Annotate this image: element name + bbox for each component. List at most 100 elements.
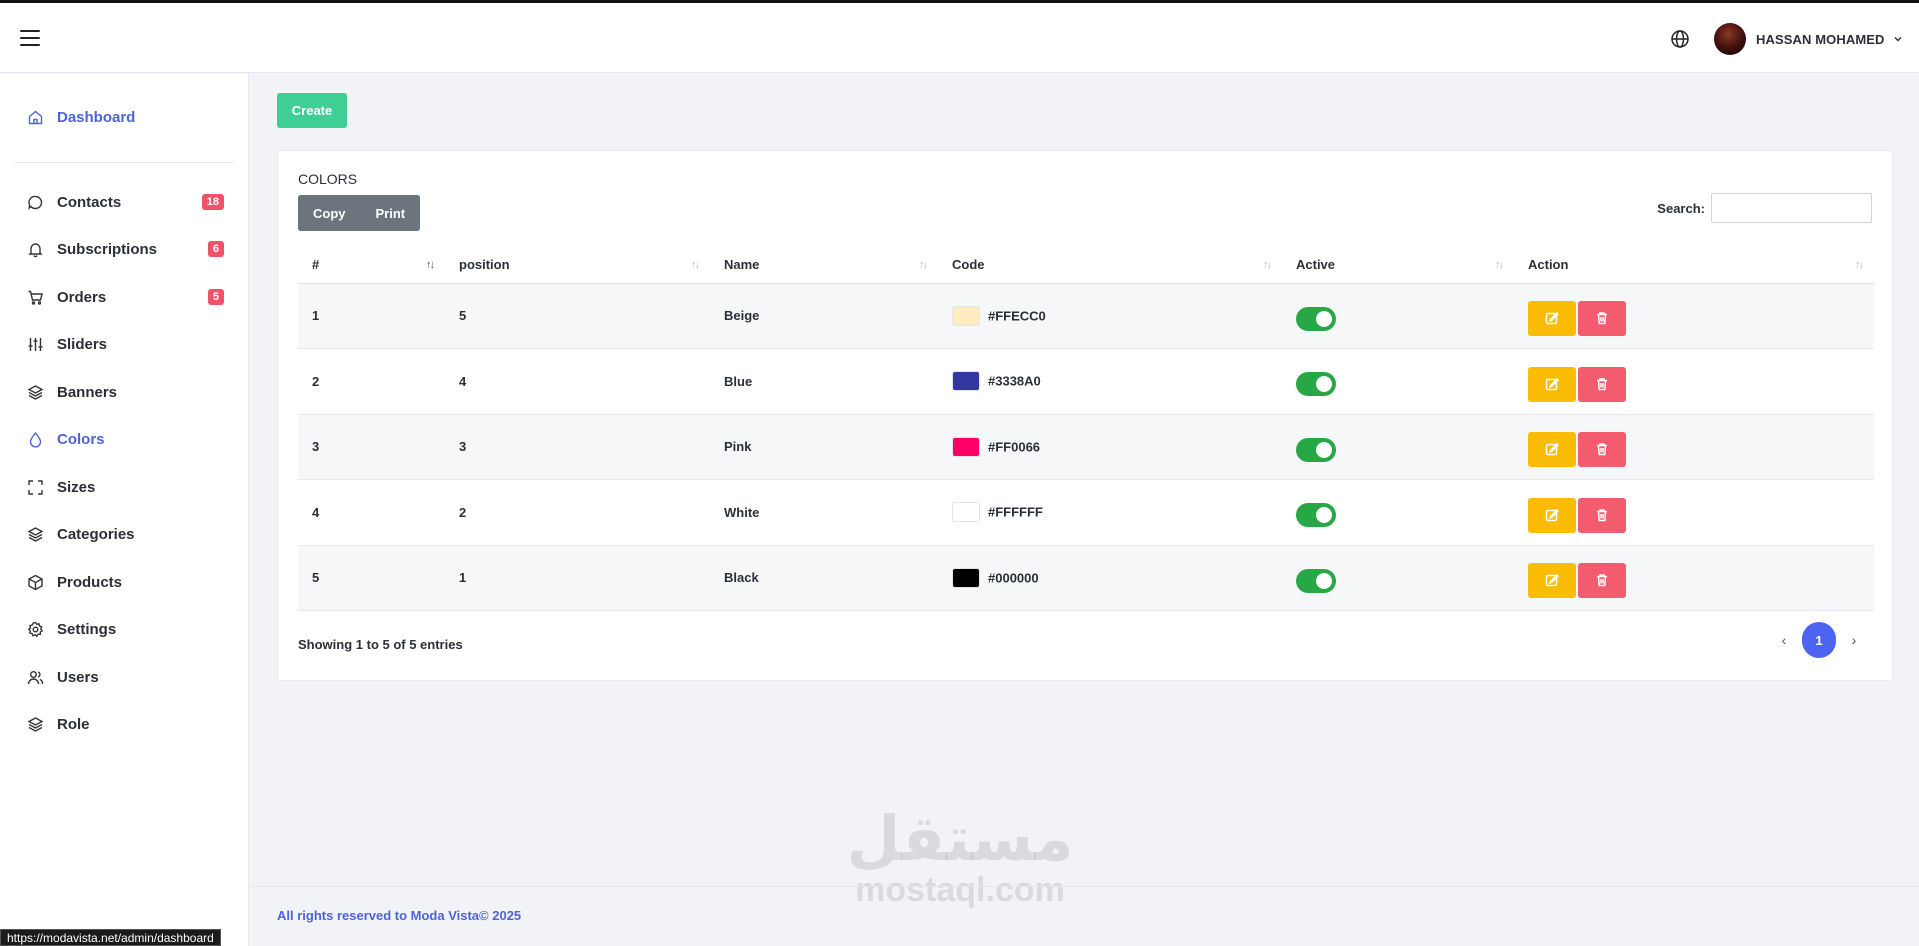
frame-icon (28, 479, 43, 495)
edit-button[interactable] (1528, 497, 1576, 533)
row-number: 2 (298, 348, 445, 415)
table-header-row: # ↑↓ position ↑↓ Name ↑↓ Code ↑↓ Active ↑↓ Ac… (298, 247, 1874, 284)
sidebar-item-banners[interactable]: Banners (0, 374, 249, 410)
next-page-icon[interactable]: › (1836, 632, 1872, 648)
sidebar-item-label: Dashboard (57, 108, 136, 126)
row-code: #000000 (938, 545, 1282, 611)
print-button[interactable]: Print (360, 195, 421, 231)
sidebar-item-products[interactable]: Products (0, 564, 249, 600)
count-badge: 6 (207, 241, 224, 257)
color-swatch (952, 436, 980, 457)
active-toggle[interactable] (1296, 437, 1336, 462)
delete-button[interactable] (1578, 563, 1626, 599)
user-menu[interactable]: HASSAN MOHAMED (1714, 23, 1903, 55)
row-code: #FFECC0 (938, 283, 1282, 349)
color-swatch (952, 305, 980, 326)
sort-icon: ↑↓ (1855, 259, 1864, 271)
sidebar-item-role[interactable]: Role (0, 706, 249, 742)
prev-page-icon[interactable]: ‹ (1766, 632, 1802, 648)
row-position: 5 (445, 283, 710, 349)
sort-icon: ↑↓ (919, 259, 928, 271)
sidebar-item-contacts[interactable]: Contacts 18 (0, 184, 249, 220)
delete-button[interactable] (1578, 366, 1626, 402)
row-position: 3 (445, 414, 710, 480)
column-header-position[interactable]: position ↑↓ (445, 247, 710, 284)
active-toggle[interactable] (1296, 372, 1336, 397)
active-toggle[interactable] (1296, 503, 1336, 528)
search-box: Search: (1657, 193, 1872, 223)
sort-icon: ↑↓ (691, 259, 700, 271)
delete-button[interactable] (1578, 497, 1626, 533)
edit-button[interactable] (1528, 366, 1576, 402)
trash-icon (1597, 509, 1607, 521)
color-swatch (952, 567, 980, 588)
column-header-active[interactable]: Active ↑↓ (1282, 247, 1514, 284)
row-number: 4 (298, 479, 445, 546)
row-name: Black (710, 545, 938, 611)
edit-icon (1545, 443, 1559, 456)
row-code: #FF0066 (938, 414, 1282, 480)
sidebar-item-categories[interactable]: Categories (0, 516, 249, 552)
row-number: 1 (298, 283, 445, 349)
droplet-icon (29, 431, 42, 447)
delete-button[interactable] (1578, 301, 1626, 337)
sidebar-item-dashboard[interactable]: Dashboard (0, 99, 249, 135)
colors-card: COLORS Copy Print Search: # ↑↓ position ↑↓… (277, 150, 1893, 681)
create-button[interactable]: Create (277, 93, 347, 128)
edit-button[interactable] (1528, 563, 1576, 599)
box-icon (28, 574, 43, 590)
color-swatch (952, 371, 980, 392)
trash-icon (1597, 378, 1607, 390)
layers-icon (27, 384, 44, 400)
active-toggle[interactable] (1296, 568, 1336, 593)
search-input[interactable] (1711, 193, 1872, 223)
edit-icon (1545, 574, 1559, 587)
sort-icon: ↑↓ (426, 259, 435, 271)
gear-icon (27, 621, 44, 637)
table-info: Showing 1 to 5 of 5 entries (298, 637, 463, 652)
sidebar-item-sliders[interactable]: Sliders (0, 326, 249, 362)
home-icon (28, 110, 43, 124)
trash-icon (1597, 312, 1607, 325)
sidebar-item-label: Colors (57, 430, 105, 448)
count-badge: 5 (207, 289, 224, 305)
pagination: ‹ 1 › (1766, 622, 1872, 658)
delete-button[interactable] (1578, 432, 1626, 468)
bell-icon (28, 242, 43, 257)
column-header-name[interactable]: Name ↑↓ (710, 247, 938, 284)
sidebar-item-orders[interactable]: Orders 5 (0, 279, 249, 315)
sidebar-item-colors[interactable]: Colors (0, 421, 249, 457)
sidebar-item-users[interactable]: Users (0, 659, 249, 695)
edit-button[interactable] (1528, 301, 1576, 337)
active-toggle[interactable] (1296, 306, 1336, 331)
row-name: Pink (710, 414, 938, 480)
column-header-code[interactable]: Code ↑↓ (938, 247, 1282, 284)
sidebar-item-settings[interactable]: Settings (0, 611, 249, 647)
column-header-action[interactable]: Action ↑↓ (1514, 247, 1874, 284)
card-title: COLORS (298, 171, 358, 187)
count-badge: 18 (201, 194, 224, 210)
sidebar-item-subscriptions[interactable]: Subscriptions 6 (0, 231, 249, 267)
copy-button[interactable]: Copy (298, 195, 361, 231)
edit-button[interactable] (1528, 432, 1576, 468)
edit-icon (1545, 508, 1559, 521)
user-name: HASSAN MOHAMED (1756, 31, 1885, 47)
page-button[interactable]: 1 (1802, 622, 1836, 658)
colors-table: # ↑↓ position ↑↓ Name ↑↓ Code ↑↓ Active ↑↓ Ac… (298, 247, 1874, 611)
row-position: 2 (445, 479, 710, 546)
trash-icon (1597, 443, 1607, 456)
column-header-number[interactable]: # ↑↓ (298, 247, 445, 284)
table-row: 5 1 Black #000000 (298, 545, 1874, 611)
row-name: Beige (710, 283, 938, 349)
sidebar-item-label: Products (57, 573, 123, 591)
color-swatch (952, 502, 980, 523)
table-row: 3 3 Pink #FF0066 (298, 414, 1874, 480)
table-row: 1 5 Beige #FFECC0 (298, 283, 1874, 349)
table-row: 4 2 White #FFFFFF (298, 479, 1874, 546)
globe-icon[interactable] (1670, 29, 1690, 49)
edit-icon (1545, 377, 1559, 390)
avatar (1714, 23, 1746, 55)
sidebar-item-sizes[interactable]: Sizes (0, 469, 249, 505)
row-position: 4 (445, 348, 710, 415)
menu-toggle-icon[interactable] (20, 30, 40, 46)
